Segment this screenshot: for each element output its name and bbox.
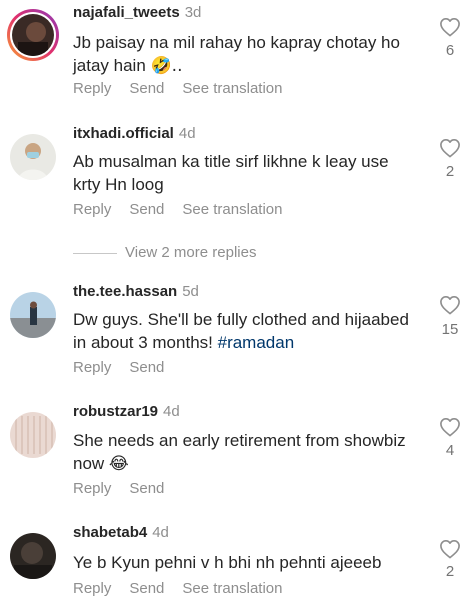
like-count: 2 bbox=[445, 563, 455, 580]
comment-text: She needs an early retirement from showb… bbox=[73, 429, 418, 476]
comment-text: Jb paisay na mil rahay ho kapray chotay … bbox=[73, 31, 418, 78]
comment-text: Dw guys. She'll be fully clothed and hij… bbox=[73, 308, 418, 354]
avatar[interactable] bbox=[10, 412, 56, 458]
view-more-replies-button[interactable]: View 2 more replies bbox=[73, 244, 256, 261]
like-count: 15 bbox=[441, 321, 459, 338]
emoji: 😂 bbox=[108, 454, 129, 474]
comment-meta: itxhadi.official 4d bbox=[73, 125, 196, 143]
heart-icon[interactable] bbox=[437, 295, 463, 315]
avatar[interactable] bbox=[7, 9, 59, 61]
comment-actions: Reply Send See translation bbox=[73, 580, 300, 598]
timestamp: 4d bbox=[163, 403, 180, 420]
comment-text: Ab musalman ka title sirf likhne k leay … bbox=[73, 150, 418, 196]
comment-actions: Reply Send bbox=[73, 480, 182, 498]
username[interactable]: shabetab4 bbox=[73, 524, 147, 541]
emoji: 🤣.. bbox=[150, 56, 183, 76]
timestamp: 5d bbox=[182, 283, 199, 300]
heart-icon[interactable] bbox=[437, 17, 463, 37]
send-button[interactable]: Send bbox=[129, 201, 164, 218]
send-button[interactable]: Send bbox=[129, 580, 164, 597]
send-button[interactable]: Send bbox=[129, 359, 164, 376]
avatar[interactable] bbox=[10, 134, 56, 180]
comment-meta: robustzar19 4d bbox=[73, 403, 180, 421]
hashtag-link[interactable]: #ramadan bbox=[218, 333, 295, 352]
comment-body: Jb paisay na mil rahay ho kapray chotay … bbox=[73, 33, 400, 75]
timestamp: 4d bbox=[152, 524, 169, 541]
comment-body: Ye b Kyun pehni v h bhi nh pehnti ajeeeb bbox=[73, 553, 382, 572]
comment-actions: Reply Send bbox=[73, 359, 182, 377]
username[interactable]: the.tee.hassan bbox=[73, 283, 177, 300]
username[interactable]: robustzar19 bbox=[73, 403, 158, 420]
timestamp: 3d bbox=[184, 4, 202, 21]
view-replies-label[interactable]: View 2 more replies bbox=[125, 244, 256, 261]
like-count: 2 bbox=[445, 163, 455, 180]
divider bbox=[73, 252, 117, 254]
username[interactable]: itxhadi.official bbox=[73, 125, 174, 142]
like-count: 4 bbox=[445, 442, 455, 459]
reply-button[interactable]: Reply bbox=[73, 580, 111, 597]
timestamp: 4d bbox=[178, 125, 196, 142]
see-translation-button[interactable]: See translation bbox=[182, 80, 282, 97]
comment-actions: Reply Send See translation bbox=[73, 201, 300, 219]
comment-meta: shabetab4 4d bbox=[73, 524, 169, 542]
send-button[interactable]: Send bbox=[129, 480, 164, 497]
send-button[interactable]: Send bbox=[129, 80, 164, 97]
comment-meta: najafali_tweets 3d bbox=[73, 4, 201, 22]
reply-button[interactable]: Reply bbox=[73, 480, 111, 497]
reply-button[interactable]: Reply bbox=[73, 359, 111, 376]
username[interactable]: najafali_tweets bbox=[73, 4, 180, 21]
comment-body: Ab musalman ka title sirf likhne k leay … bbox=[73, 152, 389, 194]
heart-icon[interactable] bbox=[437, 417, 463, 437]
see-translation-button[interactable]: See translation bbox=[182, 580, 282, 597]
comment-text: Ye b Kyun pehni v h bhi nh pehnti ajeeeb bbox=[73, 551, 418, 574]
comment-actions: Reply Send See translation bbox=[73, 80, 300, 98]
heart-icon[interactable] bbox=[437, 539, 463, 559]
comment-meta: the.tee.hassan 5d bbox=[73, 283, 199, 301]
avatar[interactable] bbox=[10, 292, 56, 338]
reply-button[interactable]: Reply bbox=[73, 80, 111, 97]
reply-button[interactable]: Reply bbox=[73, 201, 111, 218]
avatar[interactable] bbox=[10, 533, 56, 579]
like-count: 6 bbox=[445, 42, 455, 59]
heart-icon[interactable] bbox=[437, 138, 463, 158]
see-translation-button[interactable]: See translation bbox=[182, 201, 282, 218]
